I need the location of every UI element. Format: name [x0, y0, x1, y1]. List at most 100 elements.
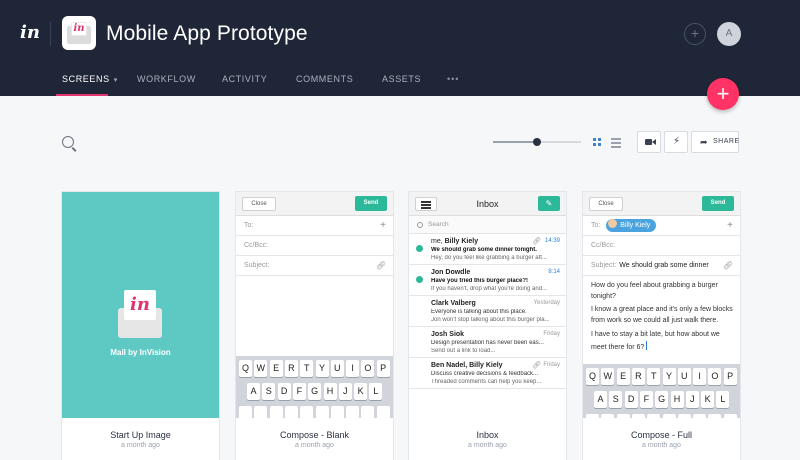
add-screen-button[interactable]: + [707, 78, 739, 110]
email-body-paragraph: I have to stay a bit late, but how about… [591, 330, 733, 353]
screen-card-compose-blank[interactable]: Close Send To: + Cc/Bcc: Subject: 🔗︎ QWERT… [236, 192, 393, 460]
email-sender-name: Billy Kiely [444, 238, 479, 245]
email-subject: We should grab some dinner tonight. [431, 247, 537, 253]
more-menu-button[interactable]: ••• [447, 74, 459, 84]
share-arrow-icon: ➦ [700, 137, 708, 147]
email-row: me, Billy Kiely 🔗︎ 14:39 We should grab som… [409, 234, 566, 265]
screen-title[interactable]: Compose - Blank [236, 430, 393, 440]
screen-thumbnail[interactable]: in Mail by InVision [62, 192, 219, 418]
cc-label: Cc/Bcc: [244, 242, 269, 249]
splash-label: Mail by InVision [110, 348, 171, 357]
email-row: Ben Nadel, Billy Kiely 🔗︎ Friday Discuss cr… [409, 358, 566, 389]
screen-card-inbox[interactable]: Inbox ✎ Search me, Billy Kiely 🔗︎ 14:39 We … [409, 192, 566, 460]
keyboard-key: Q [239, 360, 252, 377]
plus-icon: + [727, 220, 733, 231]
keyboard-key: P [376, 360, 390, 377]
cc-field: Cc/Bcc: [236, 236, 393, 256]
screen-title[interactable]: Compose - Full [583, 430, 740, 440]
email-sender: Clark Valberg [431, 300, 476, 307]
video-icon [645, 139, 656, 145]
screen-thumbnail[interactable]: Close Send To: Billy Kiely + Cc/Bcc: Sub… [583, 192, 740, 418]
recipient-name: Billy Kiely [620, 221, 651, 229]
screen-title[interactable]: Start Up Image [62, 430, 219, 440]
keyboard-key [647, 414, 661, 418]
keyboard-key [601, 414, 615, 418]
email-sender: Ben Nadel, Billy Kiely [431, 362, 503, 369]
keyboard-key: Y [315, 360, 329, 377]
keyboard-key [346, 406, 360, 418]
recipient-chip: Billy Kiely [606, 218, 657, 232]
zoom-slider-handle[interactable] [533, 138, 541, 146]
keyboard-key: F [639, 391, 653, 408]
email-sender-prefix: me, [431, 238, 445, 245]
pencil-icon: ✎ [538, 196, 560, 211]
keyboard-key: A [247, 383, 260, 400]
email-sender-name: Ben Nadel, Billy Kiely [431, 362, 503, 369]
email-row: Jon Dowdle 8:14 Have you tried this burger… [409, 265, 566, 296]
tab-screens[interactable]: SCREENS ▾ [62, 74, 118, 84]
text-cursor [646, 340, 648, 350]
keyboard-key: O [708, 368, 722, 385]
list-view-icon[interactable] [611, 138, 621, 148]
tab-activity[interactable]: ACTIVITY [222, 74, 267, 84]
email-sender: Jon Dowdle [431, 269, 470, 276]
email-row: Josh Siok Friday Design presentation has n… [409, 327, 566, 358]
keyboard-key: L [716, 391, 730, 408]
avatar [608, 218, 618, 228]
email-time: Friday [543, 362, 560, 368]
keyboard-key [361, 406, 375, 418]
plus-icon: + [380, 220, 386, 231]
keyboard-key: A [594, 391, 607, 408]
search-icon[interactable] [62, 136, 74, 148]
keyboard-key [631, 414, 645, 418]
build-mode-button[interactable]: ⚡︎ [664, 131, 688, 153]
search-placeholder: Search [428, 221, 449, 228]
paperclip-icon: 🔗︎ [375, 261, 386, 270]
keyboard-key: T [647, 368, 661, 385]
keyboard-key: S [609, 391, 623, 408]
zoom-slider[interactable] [493, 138, 581, 146]
screen-timestamp: a month ago [642, 442, 681, 449]
search-icon [417, 222, 423, 228]
cc-label: Cc/Bcc: [591, 242, 616, 249]
project-nav: SCREENS ▾ WORKFLOW ACTIVITY COMMENTS ASSE… [0, 66, 800, 96]
email-preview: Jon won't stop talking about this burger… [431, 317, 550, 323]
preview-button[interactable] [637, 131, 661, 153]
add-collaborator-button[interactable]: + [684, 23, 706, 45]
send-button: Send [702, 196, 734, 211]
screen-card-compose-full[interactable]: Close Send To: Billy Kiely + Cc/Bcc: Sub… [583, 192, 740, 460]
keyboard-key: E [616, 368, 630, 385]
keyboard-key: K [354, 383, 368, 400]
grid-view-icon[interactable] [593, 138, 602, 147]
compose-toolbar: Close Send [236, 192, 393, 216]
user-avatar[interactable]: A [717, 22, 741, 46]
keyboard-key: T [300, 360, 314, 377]
screen-thumbnail[interactable]: Inbox ✎ Search me, Billy Kiely 🔗︎ 14:39 We … [409, 192, 566, 418]
keyboard-key [300, 406, 314, 418]
keyboard-key: I [346, 360, 360, 377]
keyboard: QWERTYUIOP ASDFGHJKL [583, 364, 740, 418]
screen-title[interactable]: Inbox [409, 430, 566, 440]
email-subject: Have you tried this burger place?! [431, 278, 529, 284]
to-field: To: Billy Kiely + [583, 216, 740, 236]
email-time: Yesterday [533, 300, 560, 306]
tab-workflow[interactable]: WORKFLOW [137, 74, 196, 84]
screen-card-startup[interactable]: in Mail by InVision Start Up Image a mon… [62, 192, 219, 460]
share-button[interactable]: ➦ SHARE [691, 131, 739, 153]
keyboard-key: P [723, 368, 737, 385]
close-button: Close [242, 197, 276, 211]
keyboard-key: S [262, 383, 276, 400]
project-icon-letter: in [71, 22, 87, 36]
keyboard-key [723, 414, 737, 418]
keyboard-key [330, 406, 344, 418]
close-button: Close [589, 197, 623, 211]
screen-thumbnail[interactable]: Close Send To: + Cc/Bcc: Subject: 🔗︎ QWERT… [236, 192, 393, 418]
tab-assets[interactable]: ASSETS [382, 74, 421, 84]
invision-logo[interactable]: in [20, 22, 42, 44]
keyboard-key: U [677, 368, 691, 385]
email-time: 8:14 [548, 269, 560, 275]
tab-comments[interactable]: COMMENTS [296, 74, 353, 84]
chevron-down-icon: ▾ [113, 77, 118, 84]
unread-dot-icon [416, 245, 423, 252]
email-sender-name: Clark Valberg [431, 300, 476, 307]
